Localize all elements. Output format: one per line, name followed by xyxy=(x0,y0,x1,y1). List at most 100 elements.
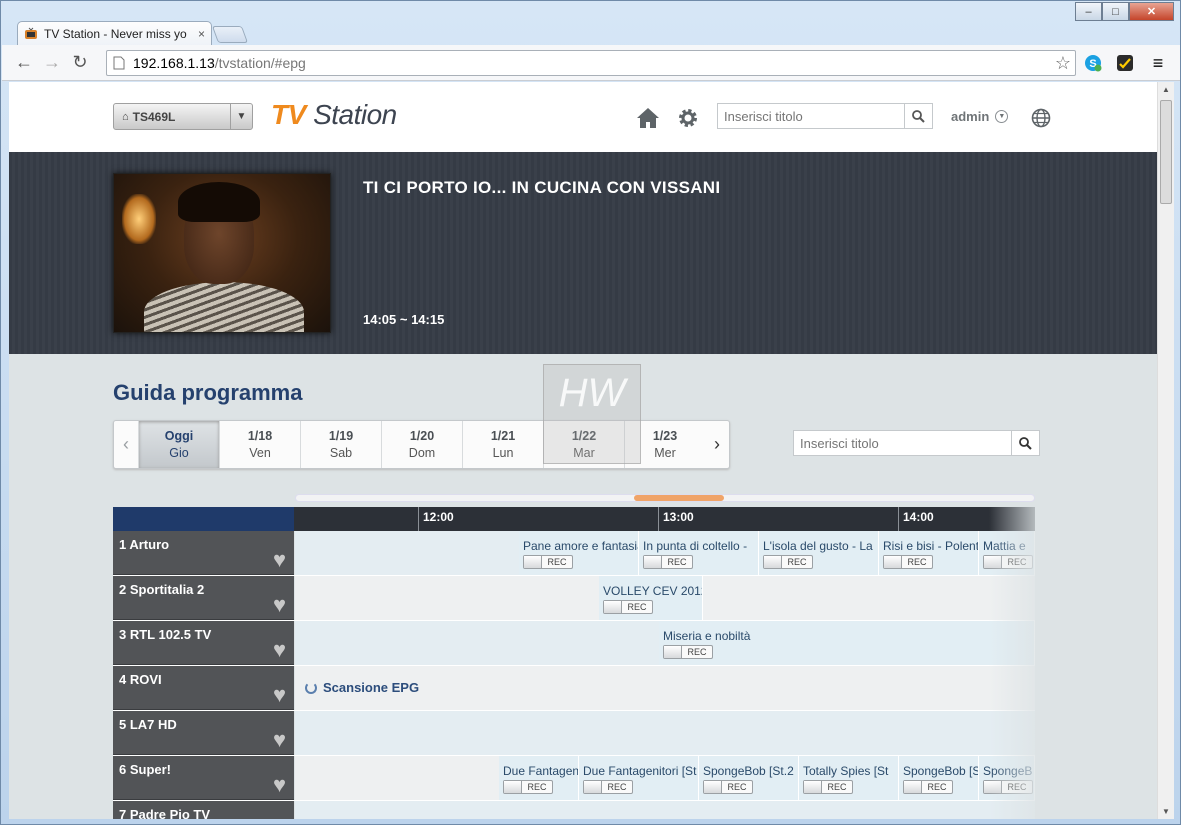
back-button[interactable]: ← xyxy=(10,49,38,77)
device-selector[interactable]: ⌂ TS469L ▼ xyxy=(113,103,253,130)
day-weekday: Lun xyxy=(492,446,514,460)
program-block[interactable]: Pane amore e fantasia REC xyxy=(519,531,639,575)
program-block[interactable]: VOLLEY CEV 2012 REC xyxy=(599,576,703,620)
day-date: 1/18 xyxy=(247,429,273,443)
favorite-heart-icon[interactable]: ♥ xyxy=(273,639,286,661)
guide-search-input[interactable] xyxy=(794,431,1011,455)
page-scrollbar[interactable]: ▲ ▼ xyxy=(1157,82,1174,819)
channel-name: 3 RTL 102.5 TV xyxy=(119,627,212,642)
close-window-button[interactable]: ✕ xyxy=(1129,2,1174,21)
rec-toggle[interactable]: REC xyxy=(903,780,953,794)
rec-toggle[interactable]: REC xyxy=(643,555,693,569)
chrome-menu-icon[interactable]: ≡ xyxy=(1148,53,1168,73)
search-icon[interactable] xyxy=(904,104,932,128)
extension-icon[interactable] xyxy=(1115,53,1135,73)
tab-title: TV Station - Never miss yo xyxy=(44,27,187,41)
rec-toggle[interactable]: REC xyxy=(883,555,933,569)
prev-day-chevron-icon[interactable]: ‹ xyxy=(114,421,138,468)
channel-cell[interactable]: 4 ROVI ♥ xyxy=(113,666,294,710)
page-icon xyxy=(113,56,125,70)
program-block[interactable]: Due Fantagenitori REC xyxy=(499,756,579,800)
day-date: 1/20 xyxy=(409,429,435,443)
program-name: SpongeBob [St.2 xyxy=(703,764,794,778)
program-name: Risi e bisi - Polenta xyxy=(883,539,979,553)
channel-row: 5 LA7 HD ♥ xyxy=(113,711,1035,756)
skype-extension-icon[interactable]: S xyxy=(1083,53,1103,73)
program-block[interactable]: Totally Spies [St REC xyxy=(799,756,899,800)
day-weekday: Ven xyxy=(249,446,271,460)
page-scroll-thumb[interactable] xyxy=(1160,100,1172,204)
program-name: L'isola del gusto - La xyxy=(763,539,873,553)
rec-toggle[interactable]: REC xyxy=(763,555,813,569)
url-path: /tvstation/#epg xyxy=(214,55,306,71)
tv-favicon-icon xyxy=(25,27,37,39)
settings-gear-icon[interactable] xyxy=(676,106,700,130)
day-tab-4[interactable]: 1/21 Lun xyxy=(462,421,543,468)
program-name: Miseria e nobiltà xyxy=(663,629,751,643)
program-lane xyxy=(295,711,1035,755)
program-thumbnail[interactable] xyxy=(113,173,331,333)
address-bar[interactable]: 192.168.1.13/tvstation/#epg ☆ xyxy=(106,50,1076,76)
program-name: In punta di coltello - xyxy=(643,539,748,553)
browser-tab[interactable]: TV Station - Never miss yo × xyxy=(17,21,212,46)
timeline-scroll-handle[interactable] xyxy=(634,495,724,501)
time-header: 12:00 13:00 14:00 xyxy=(113,507,1035,531)
rec-toggle[interactable]: REC xyxy=(803,780,853,794)
day-tab-2[interactable]: 1/19 Sab xyxy=(300,421,381,468)
channel-cell[interactable]: 3 RTL 102.5 TV ♥ xyxy=(113,621,294,665)
bookmark-star-icon[interactable]: ☆ xyxy=(1055,53,1071,74)
program-block[interactable]: L'isola del gusto - La REC xyxy=(759,531,879,575)
channel-row: 7 Padre Pio TV♥ xyxy=(113,801,1035,819)
favorite-heart-icon[interactable]: ♥ xyxy=(273,549,286,571)
day-tab-1[interactable]: 1/18 Ven xyxy=(219,421,300,468)
header-search-box xyxy=(717,103,933,129)
rec-toggle[interactable]: REC xyxy=(703,780,753,794)
rec-toggle[interactable]: REC xyxy=(583,780,633,794)
favorite-heart-icon[interactable]: ♥ xyxy=(273,729,286,751)
watermark-logo: HW xyxy=(543,364,641,464)
favorite-heart-icon[interactable]: ♥ xyxy=(273,774,286,796)
forward-button[interactable]: → xyxy=(38,49,66,77)
program-block[interactable]: Due Fantagenitori [St REC xyxy=(579,756,699,800)
program-block[interactable]: Risi e bisi - Polenta REC xyxy=(879,531,979,575)
guide-search-icon[interactable] xyxy=(1011,431,1039,455)
url-host: 192.168.1.13 xyxy=(133,55,215,71)
day-tab-3[interactable]: 1/20 Dom xyxy=(381,421,462,468)
next-day-chevron-icon[interactable]: › xyxy=(705,421,729,468)
program-block[interactable]: Miseria e nobiltà REC xyxy=(659,621,1035,665)
maximize-button[interactable]: □ xyxy=(1102,2,1129,21)
program-name: Due Fantagenitori xyxy=(503,764,579,778)
program-lane xyxy=(295,801,1035,819)
channel-cell[interactable]: 1 Arturo ♥ xyxy=(113,531,294,575)
new-tab-button[interactable] xyxy=(211,26,249,43)
minimize-button[interactable]: – xyxy=(1075,2,1102,21)
browser-window: TV Station - Never miss yo × – □ ✕ ← → ↻… xyxy=(0,0,1181,825)
time-tick: 12:00 xyxy=(418,507,658,531)
channel-row: 2 Sportitalia 2 ♥ VOLLEY CEV 2012 REC xyxy=(113,576,1035,621)
program-block[interactable]: SpongeBob [St REC xyxy=(899,756,979,800)
channel-cell[interactable]: 2 Sportitalia 2 ♥ xyxy=(113,576,294,620)
channel-row: 3 RTL 102.5 TV ♥ Miseria e nobiltà REC xyxy=(113,621,1035,666)
channel-cell[interactable]: 6 Super! ♥ xyxy=(113,756,294,800)
favorite-heart-icon[interactable]: ♥ xyxy=(273,684,286,706)
tab-close-icon[interactable]: × xyxy=(198,27,205,41)
channel-cell[interactable]: 7 Padre Pio TV♥ xyxy=(113,801,294,819)
user-menu[interactable]: admin ▼ xyxy=(951,109,1009,124)
day-tab-0[interactable]: Oggi Gio xyxy=(138,421,219,468)
program-time: 14:05 ~ 14:15 xyxy=(363,312,445,327)
rec-toggle[interactable]: REC xyxy=(603,600,653,614)
header-search-input[interactable] xyxy=(718,104,904,128)
program-block[interactable]: SpongeBob [St.2 REC xyxy=(699,756,799,800)
program-block[interactable]: In punta di coltello - REC xyxy=(639,531,759,575)
language-globe-icon[interactable] xyxy=(1029,106,1053,130)
channel-name: 5 LA7 HD xyxy=(119,717,177,732)
epg-scan-status: Scansione EPG xyxy=(305,680,419,695)
rec-toggle[interactable]: REC xyxy=(503,780,553,794)
home-icon[interactable] xyxy=(636,106,660,130)
rec-toggle[interactable]: REC xyxy=(663,645,713,659)
timeline-scrollbar[interactable] xyxy=(295,494,1035,502)
channel-cell[interactable]: 5 LA7 HD ♥ xyxy=(113,711,294,755)
favorite-heart-icon[interactable]: ♥ xyxy=(273,594,286,616)
reload-button[interactable]: ↻ xyxy=(66,49,94,77)
rec-toggle[interactable]: REC xyxy=(523,555,573,569)
